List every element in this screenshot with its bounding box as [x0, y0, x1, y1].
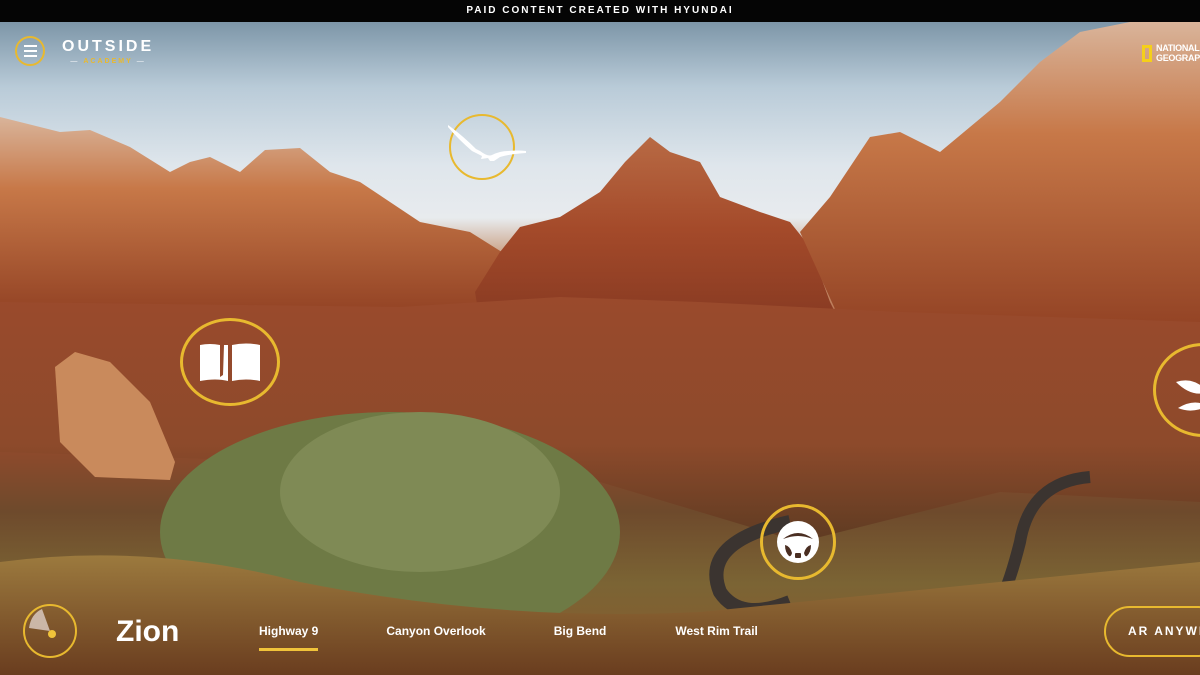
- partner-line1: NATIONAL: [1156, 43, 1200, 53]
- tab-big-bend[interactable]: Big Bend: [554, 624, 607, 638]
- bird-icon: [448, 125, 526, 161]
- leaf-icon: [1176, 380, 1200, 411]
- panorama-view[interactable]: [0, 22, 1200, 675]
- landscape-background: [0, 22, 1200, 675]
- brand-subtitle: ACADEMY: [62, 58, 154, 65]
- tab-canyon-overlook[interactable]: Canyon Overlook: [386, 624, 485, 638]
- brand-name: OUTSIDE: [62, 38, 155, 55]
- view-compass[interactable]: [23, 604, 77, 658]
- steering-wheel-icon: [777, 521, 819, 563]
- hotspot-book[interactable]: [180, 318, 280, 406]
- partner-logo: NATIONAL GEOGRAPHIC: [1142, 43, 1200, 63]
- book-icon: [200, 343, 260, 381]
- route-tabs: Highway 9 Canyon Overlook Big Bend West …: [259, 624, 758, 651]
- tab-highway-9[interactable]: Highway 9: [259, 624, 319, 651]
- natgeo-frame-icon: [1142, 44, 1152, 62]
- sponsored-banner: PAID CONTENT CREATED WITH HYUNDAI: [0, 0, 1200, 22]
- menu-icon-bar: [23, 55, 37, 57]
- tab-west-rim-trail[interactable]: West Rim Trail: [675, 624, 757, 638]
- menu-button[interactable]: [15, 36, 45, 66]
- menu-icon-bar: [23, 50, 37, 52]
- brand-logo[interactable]: OUTSIDE ACADEMY: [62, 38, 154, 65]
- sponsored-banner-text: PAID CONTENT CREATED WITH HYUNDAI: [466, 5, 734, 16]
- ar-anywhere-button[interactable]: AR ANYWHERE: [1104, 606, 1200, 657]
- hotspot-drive[interactable]: [760, 504, 836, 580]
- compass-position-dot: [48, 630, 56, 638]
- location-title: Zion: [116, 615, 180, 648]
- menu-icon-bar: [23, 45, 37, 47]
- partner-line2: GEOGRAPHIC: [1156, 53, 1200, 63]
- hotspot-bird[interactable]: [448, 114, 526, 180]
